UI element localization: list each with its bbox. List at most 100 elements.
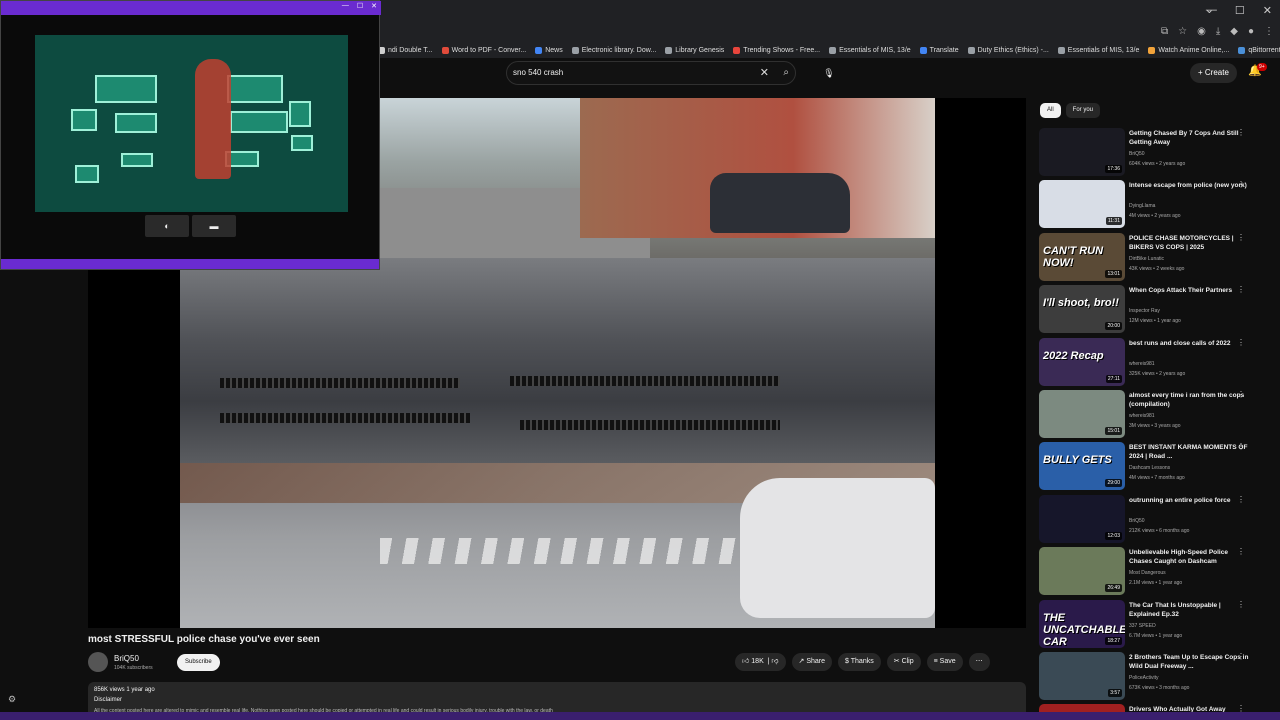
recommendation-title[interactable]: 2 Brothers Team Up to Escape Cops in Wil…	[1129, 653, 1249, 671]
recommendation-channel[interactable]: Inspector Ray	[1129, 308, 1160, 314]
recommendation-item[interactable]: 11:31 Intense escape from police (new yor…	[1039, 180, 1280, 229]
bookmark-item[interactable]: qBittorrent Official We...	[1238, 46, 1280, 54]
bookmark-item[interactable]: Library Genesis	[665, 46, 724, 54]
maximize-icon[interactable]: ☐	[1235, 4, 1245, 17]
pip-minimize-icon[interactable]: —	[342, 2, 349, 10]
recommendation-title[interactable]: The Car That Is Unstoppable | Explained …	[1129, 601, 1249, 619]
recommendation-thumbnail[interactable]: THE UNCATCHABLE CAR 18:27	[1039, 599, 1125, 648]
search-box[interactable]: sno 540 crash ✕ ⌕	[506, 61, 796, 85]
bookmark-item[interactable]: Essentials of MIS, 13/e	[1057, 46, 1139, 54]
recommendation-title[interactable]: Unbelievable High-Speed Police Chases Ca…	[1129, 548, 1249, 566]
recommendation-item[interactable]: 3:57 2 Brothers Team Up to Escape Cops in…	[1039, 652, 1280, 701]
recommendation-thumbnail[interactable]: 15:01	[1039, 390, 1125, 438]
recommendation-item[interactable]: 15:01 almost every time i ran from the co…	[1039, 390, 1280, 439]
bookmark-item[interactable]: ndi Double T...	[378, 46, 433, 54]
recommendation-item[interactable]: 17:36 Getting Chased By 7 Cops And Still …	[1039, 128, 1280, 177]
recommendation-title[interactable]: best runs and close calls of 2022	[1129, 339, 1249, 348]
extension-icon-2[interactable]: ◆	[1230, 26, 1238, 37]
recommendation-thumbnail[interactable]: 17:36	[1039, 128, 1125, 176]
settings-gear-icon[interactable]: ⚙	[8, 694, 16, 705]
bookmark-item[interactable]: Translate	[919, 46, 959, 54]
recommendation-channel[interactable]: BriQ50	[1129, 518, 1145, 524]
more-options-icon[interactable]: ⋮	[1237, 600, 1245, 609]
pip-play-button[interactable]: ▬	[192, 215, 236, 237]
extension-icon[interactable]: ◉	[1197, 26, 1206, 37]
recommendation-title[interactable]: POLICE CHASE MOTORCYCLES | BIKERS VS COP…	[1129, 234, 1249, 252]
filter-chip[interactable]: For you	[1065, 103, 1101, 118]
recommendation-thumbnail[interactable]: I'll shoot, bro!! 20:00	[1039, 285, 1125, 334]
clip-button[interactable]: ✂ Clip	[886, 653, 921, 671]
recommendation-thumbnail[interactable]: 12:03	[1039, 494, 1125, 543]
close-window-icon[interactable]: ✕	[1263, 4, 1272, 17]
recommendation-channel[interactable]: Dashcam Lessons	[1129, 465, 1170, 471]
search-icon[interactable]: ⌕	[783, 67, 789, 78]
bookmark-item[interactable]: Duty Ethics (Ethics) -...	[967, 46, 1049, 54]
recommendation-channel[interactable]: Most Dangerous	[1129, 570, 1166, 576]
pip-titlebar[interactable]: — ☐ ✕	[1, 1, 381, 15]
more-options-icon[interactable]: ⋮	[1237, 442, 1245, 451]
recommendation-item[interactable]: CAN'T RUN NOW! 13:01 POLICE CHASE MOTORCYC…	[1039, 232, 1280, 282]
recommendation-item[interactable]: 26:49 Unbelievable High-Speed Police Chas…	[1039, 547, 1280, 596]
recommendation-thumbnail[interactable]: 2022 Recap 27:11	[1039, 337, 1125, 386]
recommendation-channel[interactable]: PoliceActivity	[1129, 675, 1158, 681]
filter-chip[interactable]: All	[1040, 103, 1061, 118]
save-button[interactable]: ≡ Save	[926, 653, 963, 671]
recommendation-title[interactable]: Intense escape from police (new york)	[1129, 181, 1249, 190]
recommendation-channel[interactable]: BriQ50	[1129, 151, 1145, 157]
recommendation-thumbnail[interactable]: 3:57	[1039, 652, 1125, 700]
create-button[interactable]: + Create	[1190, 63, 1237, 83]
pip-close-icon[interactable]: ✕	[371, 2, 377, 10]
share-button[interactable]: ↗ Share	[791, 653, 833, 671]
more-options-icon[interactable]: ⋮	[1237, 180, 1245, 189]
recommendation-title[interactable]: When Cops Attack Their Partners	[1129, 286, 1249, 295]
search-input[interactable]: sno 540 crash	[513, 68, 563, 77]
pip-back-button[interactable]: ◐	[145, 215, 189, 237]
channel-avatar[interactable]	[88, 652, 108, 672]
recommendation-title[interactable]: BEST INSTANT KARMA MOMENTS OF 2024 | Roa…	[1129, 443, 1249, 461]
recommendation-item[interactable]: I'll shoot, bro!! 20:00 When Cops Attack T…	[1039, 285, 1280, 334]
screenshot-icon[interactable]: ⧉	[1161, 26, 1168, 37]
bookmark-item[interactable]: Trending Shows - Free...	[733, 46, 820, 54]
pip-video[interactable]	[35, 35, 348, 212]
star-bookmark-icon[interactable]: ☆	[1178, 26, 1187, 37]
more-options-icon[interactable]: ⋮	[1237, 128, 1245, 137]
clear-search-icon[interactable]: ✕	[760, 66, 769, 79]
bookmark-item[interactable]: Electronic library. Dow...	[571, 46, 656, 54]
recommendation-item[interactable]: THE UNCATCHABLE CAR 18:27 The Car That Is …	[1039, 599, 1280, 649]
subscribe-button[interactable]: Subscribe	[177, 654, 220, 671]
recommendation-title[interactable]: almost every time i ran from the cops (c…	[1129, 391, 1249, 409]
more-options-icon[interactable]: ⋮	[1237, 652, 1245, 661]
recommendation-channel[interactable]: DyingLlama	[1129, 203, 1155, 209]
minimize-icon[interactable]: —	[1206, 4, 1217, 17]
recommendation-item[interactable]: BULLY GETS 29:00 BEST INSTANT KARMA MOMENT…	[1039, 442, 1280, 491]
recommendation-channel[interactable]: whereis981	[1129, 361, 1155, 367]
recommendation-channel[interactable]: whereis981	[1129, 413, 1155, 419]
recommendation-thumbnail[interactable]: CAN'T RUN NOW! 13:01	[1039, 232, 1125, 281]
bookmark-item[interactable]: Essentials of MIS, 13/e	[829, 46, 911, 54]
more-actions-button[interactable]: ⋯	[968, 653, 990, 671]
recommendation-channel[interactable]: DirtBike Lunatic	[1129, 256, 1164, 262]
like-button[interactable]: 👍︎ 18K | 👎︎	[735, 653, 786, 671]
more-options-icon[interactable]: ⋮	[1237, 233, 1245, 242]
recommendation-thumbnail[interactable]: 11:31	[1039, 180, 1125, 229]
recommendation-item[interactable]: 2022 Recap 27:11 best runs and close calls…	[1039, 337, 1280, 387]
more-options-icon[interactable]: ⋮	[1237, 547, 1245, 556]
channel-name[interactable]: BriQ50	[114, 654, 139, 663]
menu-dots-icon[interactable]: ⋮	[1264, 26, 1274, 37]
pip-maximize-icon[interactable]: ☐	[357, 2, 363, 10]
download-icon[interactable]: ⤓	[1216, 26, 1220, 37]
more-options-icon[interactable]: ⋮	[1237, 285, 1245, 294]
recommendation-title[interactable]: Getting Chased By 7 Cops And Still Getti…	[1129, 129, 1249, 147]
thanks-button[interactable]: $ Thanks	[838, 653, 881, 671]
recommendation-title[interactable]: outrunning an entire police force	[1129, 496, 1249, 505]
profile-icon[interactable]: ●	[1248, 26, 1254, 37]
microphone-icon[interactable]: 🎙	[820, 64, 838, 82]
more-options-icon[interactable]: ⋮	[1237, 338, 1245, 347]
bookmark-item[interactable]: Watch Anime Online,...	[1148, 46, 1229, 54]
recommendation-channel[interactable]: 337 SPEED	[1129, 623, 1156, 629]
more-options-icon[interactable]: ⋮	[1237, 495, 1245, 504]
more-options-icon[interactable]: ⋮	[1237, 390, 1245, 399]
recommendation-thumbnail[interactable]: BULLY GETS 29:00	[1039, 442, 1125, 491]
bookmark-item[interactable]: News	[535, 46, 563, 54]
recommendation-item[interactable]: 12:03 outrunning an entire police force Br…	[1039, 494, 1280, 544]
